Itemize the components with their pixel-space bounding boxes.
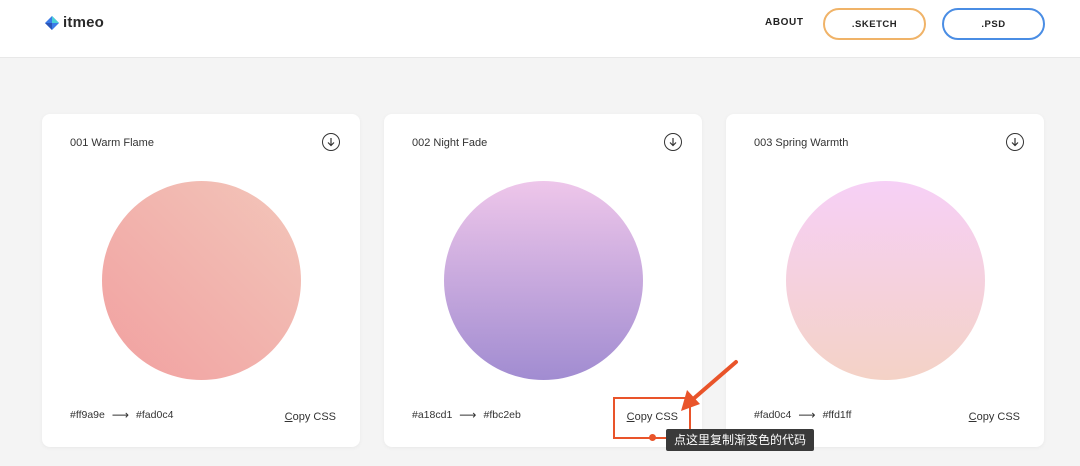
logo[interactable]: itmeo [44,14,104,31]
right-arrow-icon: ⟶ [798,408,816,422]
download-icon[interactable] [322,133,340,151]
annotation-dot [649,434,656,441]
download-icon[interactable] [1006,133,1024,151]
gradient-preview-circle [786,181,985,380]
logo-diamond-icon [44,15,60,31]
gradient-preview-circle [102,181,301,380]
hex-to: #fbc2eb [483,409,521,421]
gradient-card-spring-warmth: 003 Spring Warmth #fad0c4 ⟶ #ffd1ff Copy… [726,114,1044,447]
psd-download-button[interactable]: .PSD [942,8,1045,40]
nav-about-link[interactable]: ABOUT [765,17,804,28]
top-header: itmeo ABOUT .SKETCH .PSD [0,0,1080,58]
hex-to: #ffd1ff [822,409,852,421]
card-title: 003 Spring Warmth [754,137,849,149]
color-hex-pair: #a18cd1 ⟶ #fbc2eb [412,408,521,422]
annotation-tooltip: 点这里复制渐变色的代码 [666,429,815,451]
card-title: 002 Night Fade [412,137,488,149]
download-icon[interactable] [664,133,682,151]
card-title: 001 Warm Flame [70,137,154,149]
color-hex-pair: #fad0c4 ⟶ #ffd1ff [754,408,851,422]
hex-from: #ff9a9e [70,409,105,421]
color-hex-pair: #ff9a9e ⟶ #fad0c4 [70,408,173,422]
copy-css-button[interactable]: Copy CSS [969,411,1020,423]
copy-css-button[interactable]: Copy CSS [285,411,336,423]
logo-text: itmeo [63,14,105,31]
sketch-download-button[interactable]: .SKETCH [823,8,926,40]
gradient-preview-circle [444,181,643,380]
right-arrow-icon: ⟶ [459,408,477,422]
hex-from: #fad0c4 [754,409,792,421]
gradient-card-warm-flame: 001 Warm Flame #ff9a9e ⟶ #fad0c4 Copy CS… [42,114,360,447]
hex-to: #fad0c4 [136,409,174,421]
right-arrow-icon: ⟶ [111,408,130,422]
hex-from: #a18cd1 [412,409,453,421]
